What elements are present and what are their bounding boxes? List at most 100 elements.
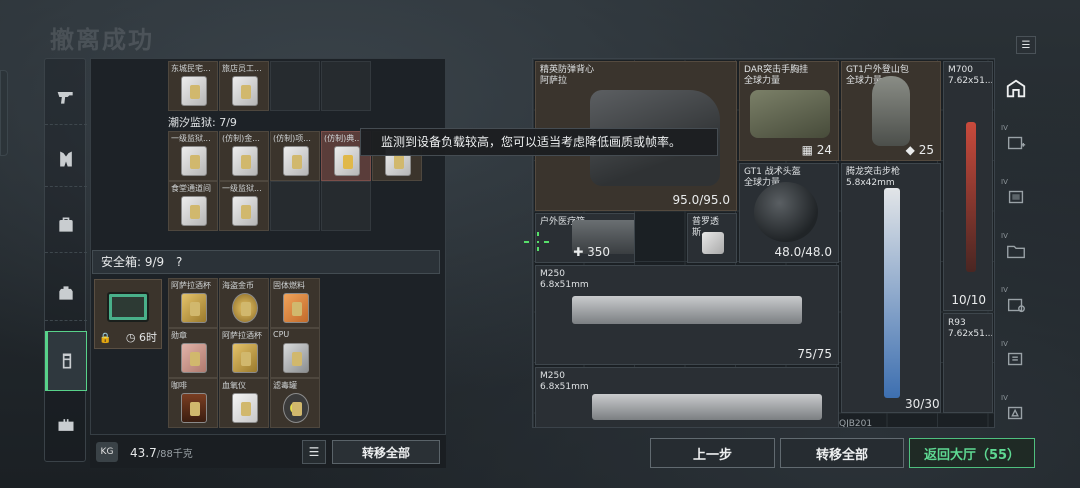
helmet-icon (754, 182, 818, 242)
m250b-slot[interactable]: M250 6.8x51mm (535, 367, 839, 427)
vest-icon (60, 151, 72, 166)
prison-label: 潮汐监狱: 7/9 (168, 116, 237, 129)
empty-slot[interactable] (321, 61, 371, 111)
item-slot[interactable]: 固体燃料 (270, 278, 320, 328)
helmet-slot[interactable]: GT1 战术头盔 全球力量 48.0/48.0 (739, 163, 839, 263)
chest-rig-slot[interactable]: DAR突击手胸挂 全球力量 ▦ 24 (739, 61, 839, 161)
nav-toolbox[interactable] (45, 397, 87, 453)
previous-step-button[interactable]: 上一步 (650, 438, 775, 468)
item-slot[interactable]: 食堂通道间 (168, 181, 218, 231)
toolbar-btn-5[interactable]: IV (998, 340, 1034, 378)
empty-slot[interactable] (270, 61, 320, 111)
item-slot[interactable]: 咖啡 (168, 378, 218, 428)
item-slot[interactable]: (仿制)项... (270, 131, 320, 181)
list-view-button[interactable]: ☰ (302, 440, 326, 464)
safebox-header: 安全箱: 9/9 ? (92, 250, 440, 274)
cpu-icon (283, 343, 309, 373)
sniper-rifle-icon (966, 122, 976, 272)
rifle-slot[interactable]: 腾龙突击步枪 5.8x42mm (841, 163, 941, 413)
safebox-label: 安全箱: 9/9 (101, 255, 165, 269)
page-title: 撤离成功 (50, 26, 154, 54)
toolbar-btn-1[interactable]: IV (998, 124, 1034, 162)
item-slot[interactable]: (仿制)金... (219, 131, 269, 181)
machine-gun-icon (572, 296, 802, 324)
m700-slot[interactable]: M700 7.62x51... 10/10 (943, 61, 993, 311)
empty-slot[interactable] (321, 181, 371, 231)
backpack-slot[interactable]: GT1户外登山包 全球力量 ◆ 25 (841, 61, 941, 161)
left-nav (44, 58, 87, 462)
shelter-icon (1006, 79, 1026, 98)
item-slot[interactable]: 东城民宅... (168, 61, 218, 111)
goblet-icon (181, 293, 207, 323)
safebox-grid: 阿萨拉酒杯 海盗金币 固体燃料 勋章 阿萨拉酒杯 CPU 咖啡 血氧仪 滤毒罐 (168, 278, 321, 428)
help-icon[interactable]: ? (176, 255, 182, 269)
backpack-icon (59, 217, 73, 232)
item-slot[interactable]: 旅店员工... (219, 61, 269, 111)
nav-pouch[interactable] (45, 265, 87, 321)
nav-weapon[interactable] (45, 69, 87, 125)
search-stack-icon (1007, 298, 1025, 313)
sort-stack-icon (1007, 352, 1023, 366)
toolbar-btn-6[interactable]: IV (998, 394, 1034, 432)
case-icon (62, 353, 72, 369)
folder-icon (1007, 245, 1025, 259)
menu-button[interactable]: ☰ (1016, 36, 1036, 54)
item-slot[interactable]: 一级监狱... (168, 131, 218, 181)
item-slot[interactable]: 勋章 (168, 328, 218, 378)
toolbar-btn-3[interactable]: IV (998, 232, 1034, 270)
weight-icon: KG (96, 442, 118, 462)
document-icon (181, 76, 207, 106)
container-view-button[interactable] (998, 70, 1034, 108)
component-icon (702, 232, 724, 254)
toolbox-icon (58, 419, 74, 431)
oximeter-icon (232, 393, 258, 423)
weight-bar: KG 43.7/88千克 ☰ 转移全部 (90, 434, 446, 468)
item-slot[interactable]: 一级监狱... (219, 181, 269, 231)
lock-icon: 🔒 (99, 333, 112, 344)
backpack-icon (872, 76, 910, 146)
safebox-icon (107, 292, 149, 322)
keycard-icon (181, 196, 207, 226)
r93-slot[interactable]: R93 7.62x51... (943, 313, 993, 413)
right-toolbar: IV IV IV IV IV IV (998, 58, 1036, 428)
add-stack-icon (1007, 136, 1026, 150)
fuel-icon (283, 293, 309, 323)
empty-slot[interactable] (270, 181, 320, 231)
equipment-panel: 精英防弹背心 阿萨拉 95.0/95.0 DAR突击手胸挂 全球力量 ▦ 24 GT… (532, 58, 995, 428)
coffee-icon (181, 393, 207, 423)
filter-canister-icon (283, 393, 309, 423)
document-icon (232, 76, 258, 106)
item-slot[interactable]: 血氧仪 (219, 378, 269, 428)
side-drawer-handle[interactable] (0, 70, 8, 156)
toolbar-btn-4[interactable]: IV (998, 286, 1034, 324)
crosshair-icon (524, 232, 549, 251)
performance-tooltip: 监测到设备负载较高，您可以适当考虑降低画质或帧率。 (360, 128, 718, 156)
warning-stack-icon (1007, 406, 1023, 420)
pistol-icon (57, 91, 73, 104)
item-slot[interactable]: 海盗金币 (219, 278, 269, 328)
stack-icon (1008, 190, 1024, 204)
cut-item-label: QJB201 (839, 419, 873, 428)
nav-backpack[interactable] (45, 197, 87, 253)
m250b-count: 30/30 (905, 397, 940, 411)
medal-icon (181, 343, 207, 373)
goblet-icon (232, 343, 258, 373)
transfer-all-button[interactable]: 转移全部 (780, 438, 904, 468)
small-item-slot[interactable]: 普罗透斯... (687, 213, 737, 263)
weight-readout: 43.7/88千克 (130, 446, 193, 460)
return-lobby-button[interactable]: 返回大厅（55） (909, 438, 1035, 468)
item-slot[interactable]: 阿萨拉酒杯 (168, 278, 218, 328)
nav-armor[interactable] (45, 131, 87, 187)
item-slot[interactable]: CPU (270, 328, 320, 378)
chest-rig-icon (750, 90, 830, 138)
machine-gun-icon (592, 394, 822, 420)
toolbar-btn-2[interactable]: IV (998, 178, 1034, 216)
nav-safebox[interactable] (45, 331, 87, 391)
item-slot[interactable]: 阿萨拉酒杯 (219, 328, 269, 378)
safebox-device[interactable]: 🔒 ◷ 6时 (94, 279, 162, 349)
transfer-all-left-button[interactable]: 转移全部 (332, 440, 440, 464)
coin-icon (232, 293, 258, 323)
m250-slot[interactable]: M250 6.8x51mm 75/75 (535, 265, 839, 365)
item-slot[interactable]: 滤毒罐 (270, 378, 320, 428)
pouch-icon (59, 285, 73, 300)
